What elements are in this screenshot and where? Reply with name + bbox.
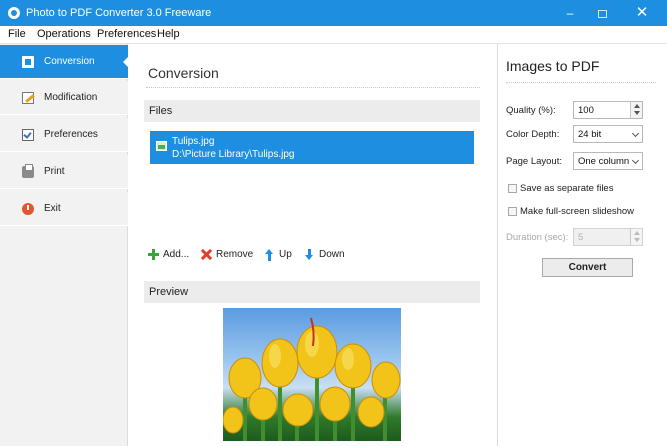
options-panel: Images to PDF Quality (%): 100 Color Dep… [497, 44, 667, 446]
duration-label: Duration (sec): [506, 232, 569, 243]
files-header: Files [144, 100, 480, 122]
pencil-icon [22, 92, 34, 104]
slideshow-checkbox[interactable] [508, 207, 517, 216]
sidebar-item-label: Conversion [44, 56, 95, 67]
quality-label: Quality (%): [506, 105, 556, 116]
sidebar-item-print[interactable]: Print [0, 155, 128, 189]
add-button[interactable]: Add... [146, 246, 194, 264]
conversion-icon [22, 56, 34, 68]
file-name: Tulips.jpg [172, 136, 215, 147]
down-button[interactable]: Down [302, 246, 348, 264]
tulips-illustration [223, 317, 401, 441]
add-button-label: Add... [163, 249, 190, 260]
remove-button-label: Remove [216, 249, 254, 260]
close-button[interactable]: ✕ [628, 4, 656, 22]
arrow-down-icon [304, 249, 315, 260]
preview-image [223, 308, 401, 441]
maximize-icon [597, 9, 607, 18]
minimize-button[interactable]: – [556, 4, 584, 22]
sidebar: Conversion Modification Preferences Prin… [0, 44, 129, 446]
duration-stepper[interactable]: 5 [573, 228, 643, 246]
title-bar: Photo to PDF Converter 3.0 Freeware – ✕ [0, 0, 667, 26]
plus-icon [148, 249, 159, 260]
sidebar-item-label: Modification [44, 92, 98, 103]
quality-value: 100 [578, 105, 594, 116]
page-layout-value: One column [578, 156, 630, 167]
color-depth-select[interactable]: 24 bit [573, 125, 643, 143]
preview-header-label: Preview [149, 286, 189, 298]
quality-stepper[interactable]: 100 [573, 101, 643, 119]
title-divider [146, 87, 480, 88]
sidebar-item-modification[interactable]: Modification [0, 81, 128, 115]
menu-help[interactable]: Help [157, 28, 180, 40]
slideshow-label: Make full-screen slideshow [520, 206, 635, 217]
menu-preferences[interactable]: Preferences [97, 28, 156, 40]
sidebar-item-label: Preferences [44, 129, 98, 140]
printer-icon [22, 164, 34, 178]
up-button-label: Up [279, 249, 292, 260]
files-header-label: Files [149, 105, 173, 117]
color-depth-value: 24 bit [578, 129, 602, 140]
menu-bar: File Operations Preferences Help [0, 26, 667, 44]
sidebar-item-conversion[interactable]: Conversion [0, 45, 129, 79]
color-depth-label: Color Depth: [506, 129, 560, 140]
file-list-item[interactable]: Tulips.jpg D:\Picture Library\Tulips.jpg [150, 131, 474, 164]
duration-value: 5 [578, 232, 584, 243]
page-title: Conversion [148, 65, 219, 81]
arrow-up-icon [264, 249, 275, 261]
chevron-down-icon [631, 156, 640, 165]
preferences-icon [22, 129, 34, 141]
file-path: D:\Picture Library\Tulips.jpg [172, 149, 295, 160]
page-layout-select[interactable]: One column [573, 152, 643, 170]
remove-icon [201, 249, 212, 260]
down-button-label: Down [319, 249, 345, 260]
menu-file[interactable]: File [8, 28, 26, 40]
window-title: Photo to PDF Converter 3.0 Freeware [26, 7, 212, 19]
options-title: Images to PDF [506, 58, 600, 74]
power-icon [22, 203, 34, 215]
sidebar-item-exit[interactable]: Exit [0, 192, 128, 226]
remove-button[interactable]: Remove [199, 246, 257, 264]
spinner-arrows-icon[interactable] [630, 102, 642, 118]
up-button[interactable]: Up [262, 246, 296, 264]
separate-files-checkbox[interactable] [508, 184, 517, 193]
preview-header: Preview [144, 281, 480, 303]
main-panel: Conversion Files Tulips.jpg D:\Picture L… [128, 44, 497, 446]
app-icon [8, 7, 20, 19]
separate-files-label: Save as separate files [520, 183, 614, 194]
convert-button[interactable]: Convert [542, 258, 633, 277]
sidebar-item-label: Print [44, 166, 65, 177]
maximize-button[interactable] [588, 4, 616, 22]
sidebar-item-label: Exit [44, 203, 61, 214]
sidebar-item-preferences[interactable]: Preferences [0, 118, 128, 152]
image-file-icon [156, 141, 167, 151]
options-divider [506, 82, 656, 83]
spinner-arrows-icon[interactable] [630, 229, 642, 245]
page-layout-label: Page Layout: [506, 156, 562, 167]
menu-operations[interactable]: Operations [37, 28, 91, 40]
chevron-down-icon [631, 129, 640, 138]
